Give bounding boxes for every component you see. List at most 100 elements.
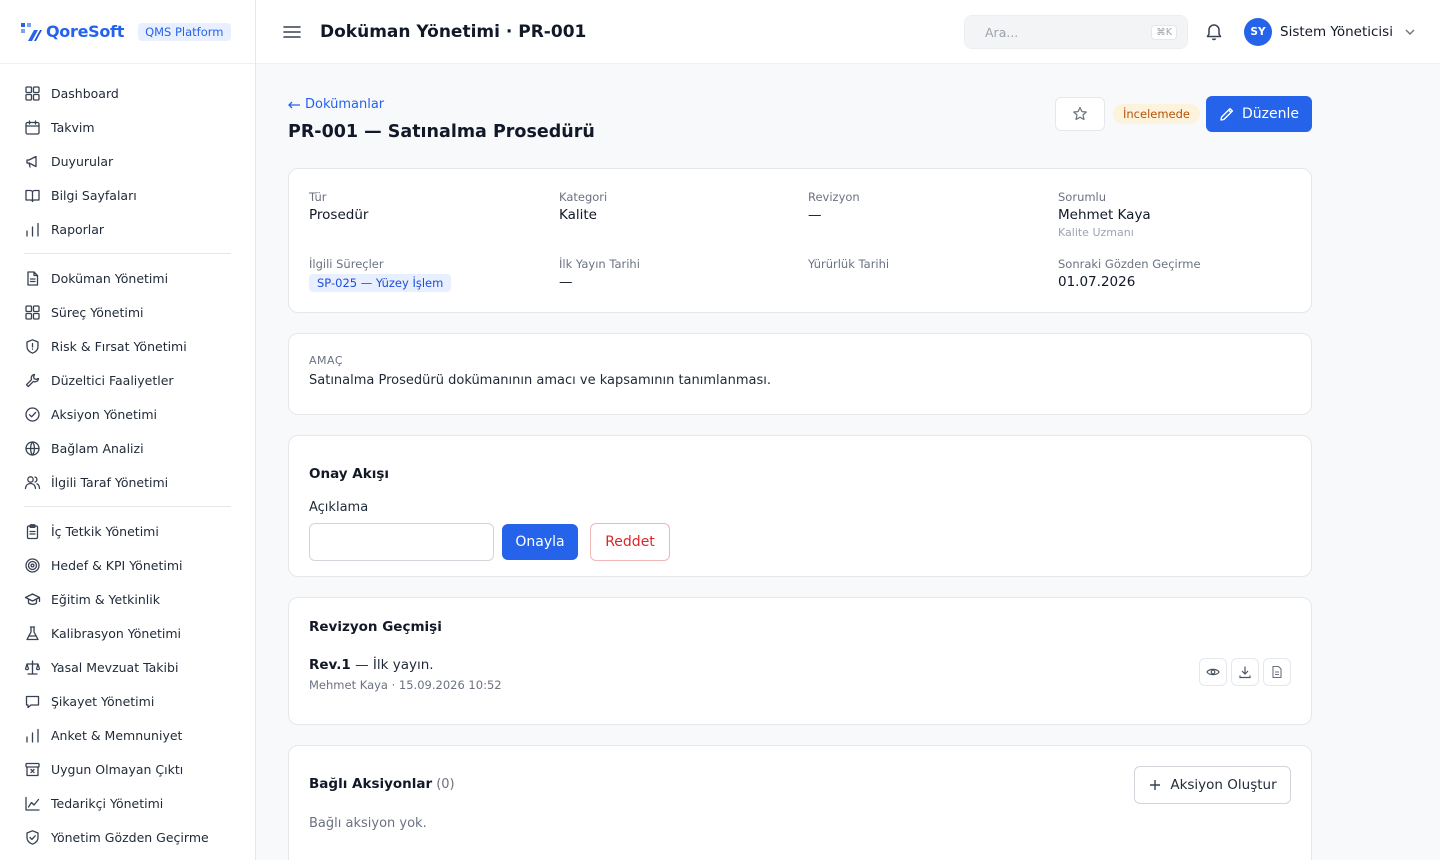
sidebar-item-label: İç Tetkik Yönetimi <box>51 523 159 539</box>
sidebar-item-label: Şikayet Yönetimi <box>51 693 155 709</box>
meta-label: Tür <box>309 190 327 204</box>
sidebar-item-label: İlgili Taraf Yönetimi <box>51 474 169 490</box>
brand: QoreSoft QMS Platform <box>0 0 255 64</box>
sidebar: QoreSoft QMS Platform Dashboard Takvim Duy… <box>0 0 256 860</box>
download-revision-button[interactable] <box>1231 658 1259 686</box>
meta-category: Kategori Kalite <box>559 190 607 223</box>
search-input[interactable] <box>985 24 1135 40</box>
sidebar-item-kalibrasyon-yonetimi[interactable]: Kalibrasyon Yönetimi <box>24 616 231 650</box>
sidebar-item-label: Risk & Fırsat Yönetimi <box>51 338 187 354</box>
edit-button[interactable]: Düzenle <box>1206 96 1312 132</box>
flask-icon <box>26 625 39 640</box>
nav-group: Doküman Yönetimi Süreç Yönetimi Risk & Fır… <box>24 261 231 507</box>
page-title: Doküman Yönetimi · PR-001 <box>320 21 587 42</box>
sidebar-item-egitim-yetkinlik[interactable]: Eğitim & Yetkinlik <box>24 582 231 616</box>
sidebar-item-label: Dashboard <box>51 85 119 101</box>
revision-item: Rev.1 — İlk yayın. Mehmet Kaya · 15.09.2… <box>309 657 1291 692</box>
create-action-label: Aksiyon Oluştur <box>1170 777 1277 793</box>
meta-value: 01.07.2026 <box>1058 274 1136 290</box>
document-revision-button[interactable] <box>1263 658 1291 686</box>
bar-chart-icon <box>26 222 39 237</box>
meta-type: Tür Prosedür <box>309 190 368 223</box>
sidebar-nav: Dashboard Takvim Duyurular Bilgi Sayfaları R… <box>0 64 255 860</box>
bell-icon[interactable] <box>1204 22 1224 42</box>
revision-number: Rev.1 <box>309 657 351 673</box>
back-link[interactable]: Dokümanlar <box>288 97 384 112</box>
meta-label: Yürürlük Tarihi <box>808 257 890 271</box>
sidebar-item-label: Kalibrasyon Yönetimi <box>51 625 182 641</box>
sidebar-item-tedarikci-yonetimi[interactable]: Tedarikçi Yönetimi <box>24 786 231 820</box>
sidebar-item-ilgili-taraf-yonetimi[interactable]: İlgili Taraf Yönetimi <box>24 465 231 499</box>
sidebar-item-label: Takvim <box>51 119 95 135</box>
sidebar-item-uygun-olmayan-cikti[interactable]: Uygun Olmayan Çıktı <box>24 752 231 786</box>
user-name: Sistem Yöneticisi <box>1280 24 1393 40</box>
purpose-caption: AMAÇ <box>309 354 344 367</box>
approve-button[interactable]: Onayla <box>502 524 578 560</box>
meta-value: Prosedür <box>309 207 369 223</box>
logo[interactable]: QoreSoft <box>20 21 124 43</box>
sidebar-item-duzeltici-faaliyetler[interactable]: Düzeltici Faaliyetler <box>24 363 231 397</box>
sidebar-item-label: Aksiyon Yönetimi <box>51 406 157 422</box>
sidebar-item-risk-firsat-yonetimi[interactable]: Risk & Fırsat Yönetimi <box>24 329 231 363</box>
sidebar-item-duyurular[interactable]: Duyurular <box>24 144 231 178</box>
nav-group: Dashboard Takvim Duyurular Bilgi Sayfaları R… <box>24 76 231 254</box>
sidebar-item-baglam-analizi[interactable]: Bağlam Analizi <box>24 431 231 465</box>
process-badge[interactable]: SP-025 — Yüzey İşlem <box>309 274 452 292</box>
arrow-left-icon <box>288 101 300 108</box>
message-icon <box>25 695 40 708</box>
menu-icon[interactable] <box>282 22 302 42</box>
revision-actions <box>1199 658 1291 686</box>
meta-label: Revizyon <box>808 190 860 204</box>
file-icon <box>27 270 39 286</box>
file-icon <box>1272 665 1282 679</box>
search-box[interactable]: ⌘K <box>964 15 1188 49</box>
shield-alert-icon <box>26 338 39 354</box>
sidebar-item-dokuman-yonetimi[interactable]: Doküman Yönetimi <box>24 261 231 295</box>
sidebar-item-ic-tetkik-yonetimi[interactable]: İç Tetkik Yönetimi <box>24 514 231 548</box>
meta-label: Sorumlu <box>1058 190 1107 204</box>
line-chart-icon <box>25 796 40 811</box>
logo-mark-icon <box>21 22 42 41</box>
description-input[interactable] <box>309 523 494 561</box>
sidebar-item-aksiyon-yonetimi[interactable]: Aksiyon Yönetimi <box>24 397 231 431</box>
sidebar-item-sikayet-yonetimi[interactable]: Şikayet Yönetimi <box>24 684 231 718</box>
purpose-card: AMAÇ Satınalma Prosedürü dokümanının ama… <box>288 333 1312 415</box>
sidebar-item-hedef-kpi-yonetimi[interactable]: Hedef & KPI Yönetimi <box>24 548 231 582</box>
plus-icon <box>1150 780 1161 790</box>
sidebar-item-takvim[interactable]: Takvim <box>24 110 231 144</box>
sidebar-item-anket-memnuniyet[interactable]: Anket & Memnuniyet <box>24 718 231 752</box>
avatar: SY <box>1244 18 1272 46</box>
calendar-icon <box>25 119 40 135</box>
document-info-card: Tür Prosedür Kategori Kalite Revizyon — … <box>288 168 1312 313</box>
approval-title: Onay Akışı <box>309 466 389 482</box>
sidebar-item-surec-yonetimi[interactable]: Süreç Yönetimi <box>24 295 231 329</box>
sidebar-item-raporlar[interactable]: Raporlar <box>24 212 231 246</box>
sidebar-item-yonetim-gozden-gecirme[interactable]: Yönetim Gözden Geçirme <box>24 820 231 854</box>
view-revision-button[interactable] <box>1199 658 1227 686</box>
reject-button[interactable]: Reddet <box>590 523 670 561</box>
platform-badge: QMS Platform <box>138 22 231 41</box>
purpose-text: Satınalma Prosedürü dokümanının amacı ve… <box>309 373 771 388</box>
description-label: Açıklama <box>309 500 369 515</box>
shield-check-icon <box>26 829 39 845</box>
create-action-button[interactable]: Aksiyon Oluştur <box>1134 766 1291 804</box>
sidebar-item-label: Bilgi Sayfaları <box>51 187 137 203</box>
user-menu[interactable]: SY Sistem Yöneticisi <box>1244 18 1417 46</box>
sidebar-item-label: Doküman Yönetimi <box>51 270 169 286</box>
revision-line: Rev.1 — İlk yayın. <box>309 657 1291 673</box>
sidebar-item-yasal-mevzuat-takibi[interactable]: Yasal Mevzuat Takibi <box>24 650 231 684</box>
sidebar-item-bilgi-sayfalari[interactable]: Bilgi Sayfaları <box>24 178 231 212</box>
sidebar-item-label: Yönetim Gözden Geçirme <box>51 829 209 845</box>
meta-value: Mehmet Kaya <box>1058 207 1151 223</box>
wrench-icon <box>25 373 40 387</box>
sidebar-item-label: Bağlam Analizi <box>51 440 144 456</box>
meta-value: Kalite <box>559 207 597 223</box>
graduation-cap-icon <box>24 592 41 605</box>
revision-note: — İlk yayın. <box>350 657 434 673</box>
meta-label: Kategori <box>559 190 608 204</box>
favorite-button[interactable] <box>1055 97 1105 131</box>
grid-icon <box>25 304 40 320</box>
chevron-down-icon <box>1405 29 1415 35</box>
sidebar-item-dashboard[interactable]: Dashboard <box>24 76 231 110</box>
megaphone-icon <box>26 155 37 168</box>
